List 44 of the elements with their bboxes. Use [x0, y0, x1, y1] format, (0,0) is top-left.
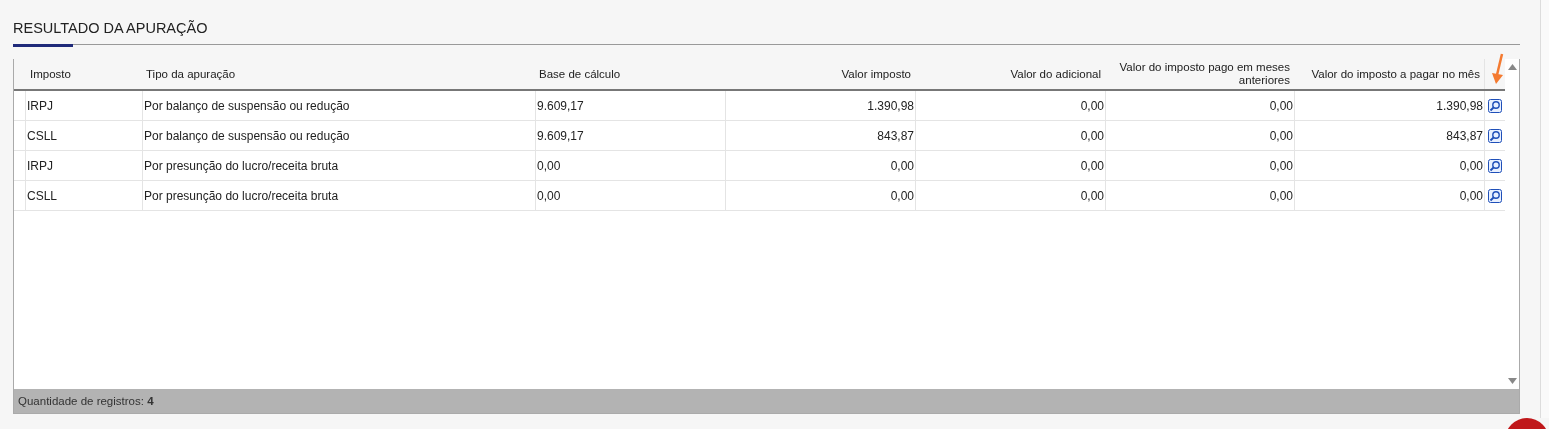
table-cell: 843,87: [725, 121, 915, 150]
scroll-down-icon[interactable]: [1507, 378, 1517, 384]
table-cell: 0,00: [1105, 181, 1294, 210]
column-header: Valor do imposto pago em meses anteriores: [1118, 60, 1291, 88]
column-header: Valor do adicional: [1009, 66, 1102, 82]
table-cell: 0,00: [725, 151, 915, 180]
table-cell: 0,00: [915, 121, 1105, 150]
table-cell: 0,00: [915, 91, 1105, 120]
column-header: Imposto: [29, 66, 72, 82]
table-cell: 0,00: [1105, 151, 1294, 180]
table-cell: 0,00: [1105, 91, 1294, 120]
table-cell: 0,00: [1105, 121, 1294, 150]
scroll-up-icon[interactable]: [1507, 64, 1517, 70]
table-cell: 0,00: [535, 151, 725, 180]
table-cell: 0,00: [915, 181, 1105, 210]
table-cell: Por presunção do lucro/receita bruta: [142, 181, 535, 210]
table-cell: IRPJ: [25, 91, 142, 120]
section-title: RESULTADO DA APURAÇÃO: [13, 20, 208, 36]
table-cell: Por presunção do lucro/receita bruta: [142, 151, 535, 180]
table-cell: 0,00: [1294, 181, 1484, 210]
record-count: Quantidade de registros: 4: [18, 395, 154, 407]
table-cell: 1.390,98: [725, 91, 915, 120]
table-cell: CSLL: [25, 121, 142, 150]
magnifier-icon[interactable]: [1488, 128, 1502, 143]
table-cell: CSLL: [25, 181, 142, 210]
column-header: Tipo da apuração: [145, 66, 237, 82]
table-cell: Por balanço de suspensão ou redução: [142, 121, 535, 150]
table-cell: 0,00: [725, 181, 915, 210]
table-cell: Por balanço de suspensão ou redução: [142, 91, 535, 120]
arrow-icon: [1492, 53, 1506, 85]
table-cell: 0,00: [535, 181, 725, 210]
table-cell: 9.609,17: [535, 91, 725, 120]
magnifier-icon[interactable]: [1488, 158, 1502, 173]
magnifier-icon[interactable]: [1488, 98, 1502, 113]
table-cell: 9.609,17: [535, 121, 725, 150]
table-cell: IRPJ: [25, 151, 142, 180]
column-header: Valor do imposto a pagar no mês: [1310, 66, 1481, 82]
table-cell: 843,87: [1294, 121, 1484, 150]
column-header: Valor imposto: [840, 66, 912, 82]
column-header: Base de cálculo: [538, 66, 622, 82]
table-cell: 0,00: [1294, 151, 1484, 180]
table-cell: 0,00: [915, 151, 1105, 180]
table-cell: 1.390,98: [1294, 91, 1484, 120]
magnifier-icon[interactable]: [1488, 188, 1502, 203]
